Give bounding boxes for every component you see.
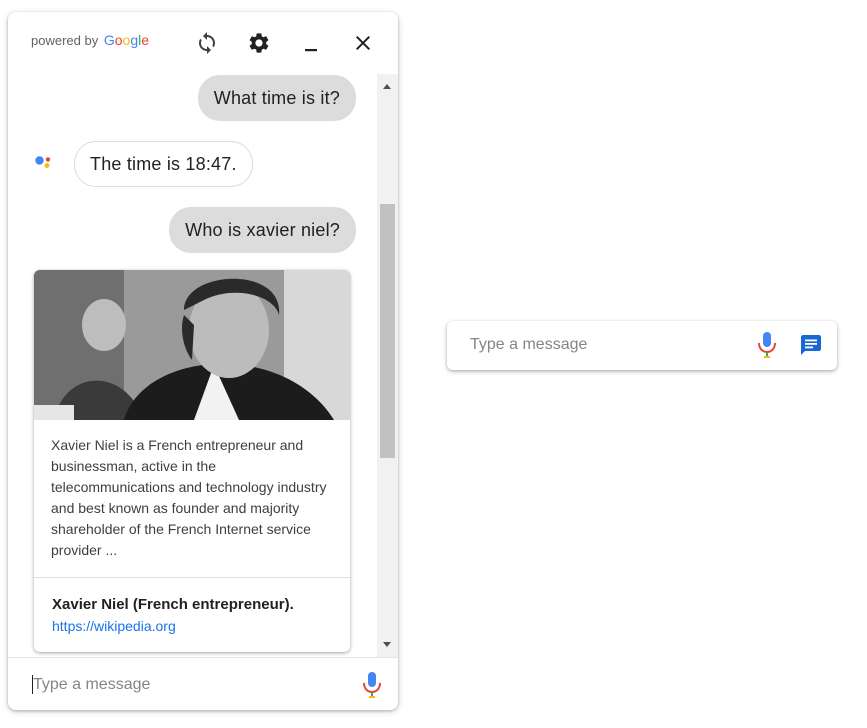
minimize-icon (305, 49, 317, 52)
card-footer: Xavier Niel (French entrepreneur). https… (34, 578, 350, 637)
text-caret (32, 675, 33, 694)
gear-icon (249, 33, 269, 53)
message-input[interactable] (30, 671, 353, 699)
user-message-bubble: Who is xavier niel? (169, 207, 356, 253)
card-image (34, 270, 350, 420)
scroll-up-arrow[interactable] (383, 84, 391, 89)
scrollbar-thumb[interactable] (380, 204, 395, 458)
powered-by-label: powered by (31, 33, 99, 48)
scrollbar[interactable] (377, 74, 398, 657)
card-title: Xavier Niel (French entrepreneur). (52, 596, 294, 613)
google-assistant-icon (35, 156, 51, 168)
chat-window: powered by Google What time is it? The t… (8, 12, 398, 710)
collapsed-input-bar (447, 321, 837, 370)
chat-header: powered by Google (8, 12, 398, 74)
scroll-down-arrow[interactable] (383, 642, 391, 647)
collapsed-message-input[interactable] (467, 332, 750, 358)
knowledge-card[interactable]: Xavier Niel is a French entrepreneur and… (34, 270, 350, 652)
user-message-bubble: What time is it? (197, 75, 356, 121)
powered-by-google: powered by Google (31, 32, 149, 48)
refresh-button[interactable] (194, 30, 220, 56)
chat-icon[interactable] (799, 333, 823, 357)
card-link[interactable]: https://wikipedia.org (52, 615, 176, 637)
message-list[interactable]: What time is it? The time is 18:47. Who … (8, 74, 377, 657)
assistant-message-bubble: The time is 18:47. (74, 141, 253, 187)
refresh-icon (199, 32, 215, 54)
close-icon (356, 36, 370, 50)
card-description: Xavier Niel is a French entrepreneur and… (51, 437, 327, 558)
settings-button[interactable] (246, 30, 272, 56)
message-input-bar (8, 657, 398, 710)
microphone-button[interactable] (360, 670, 384, 700)
microphone-button[interactable] (755, 330, 779, 360)
minimize-button[interactable] (298, 30, 324, 56)
close-button[interactable] (350, 30, 376, 56)
google-logo: Google (103, 32, 150, 48)
